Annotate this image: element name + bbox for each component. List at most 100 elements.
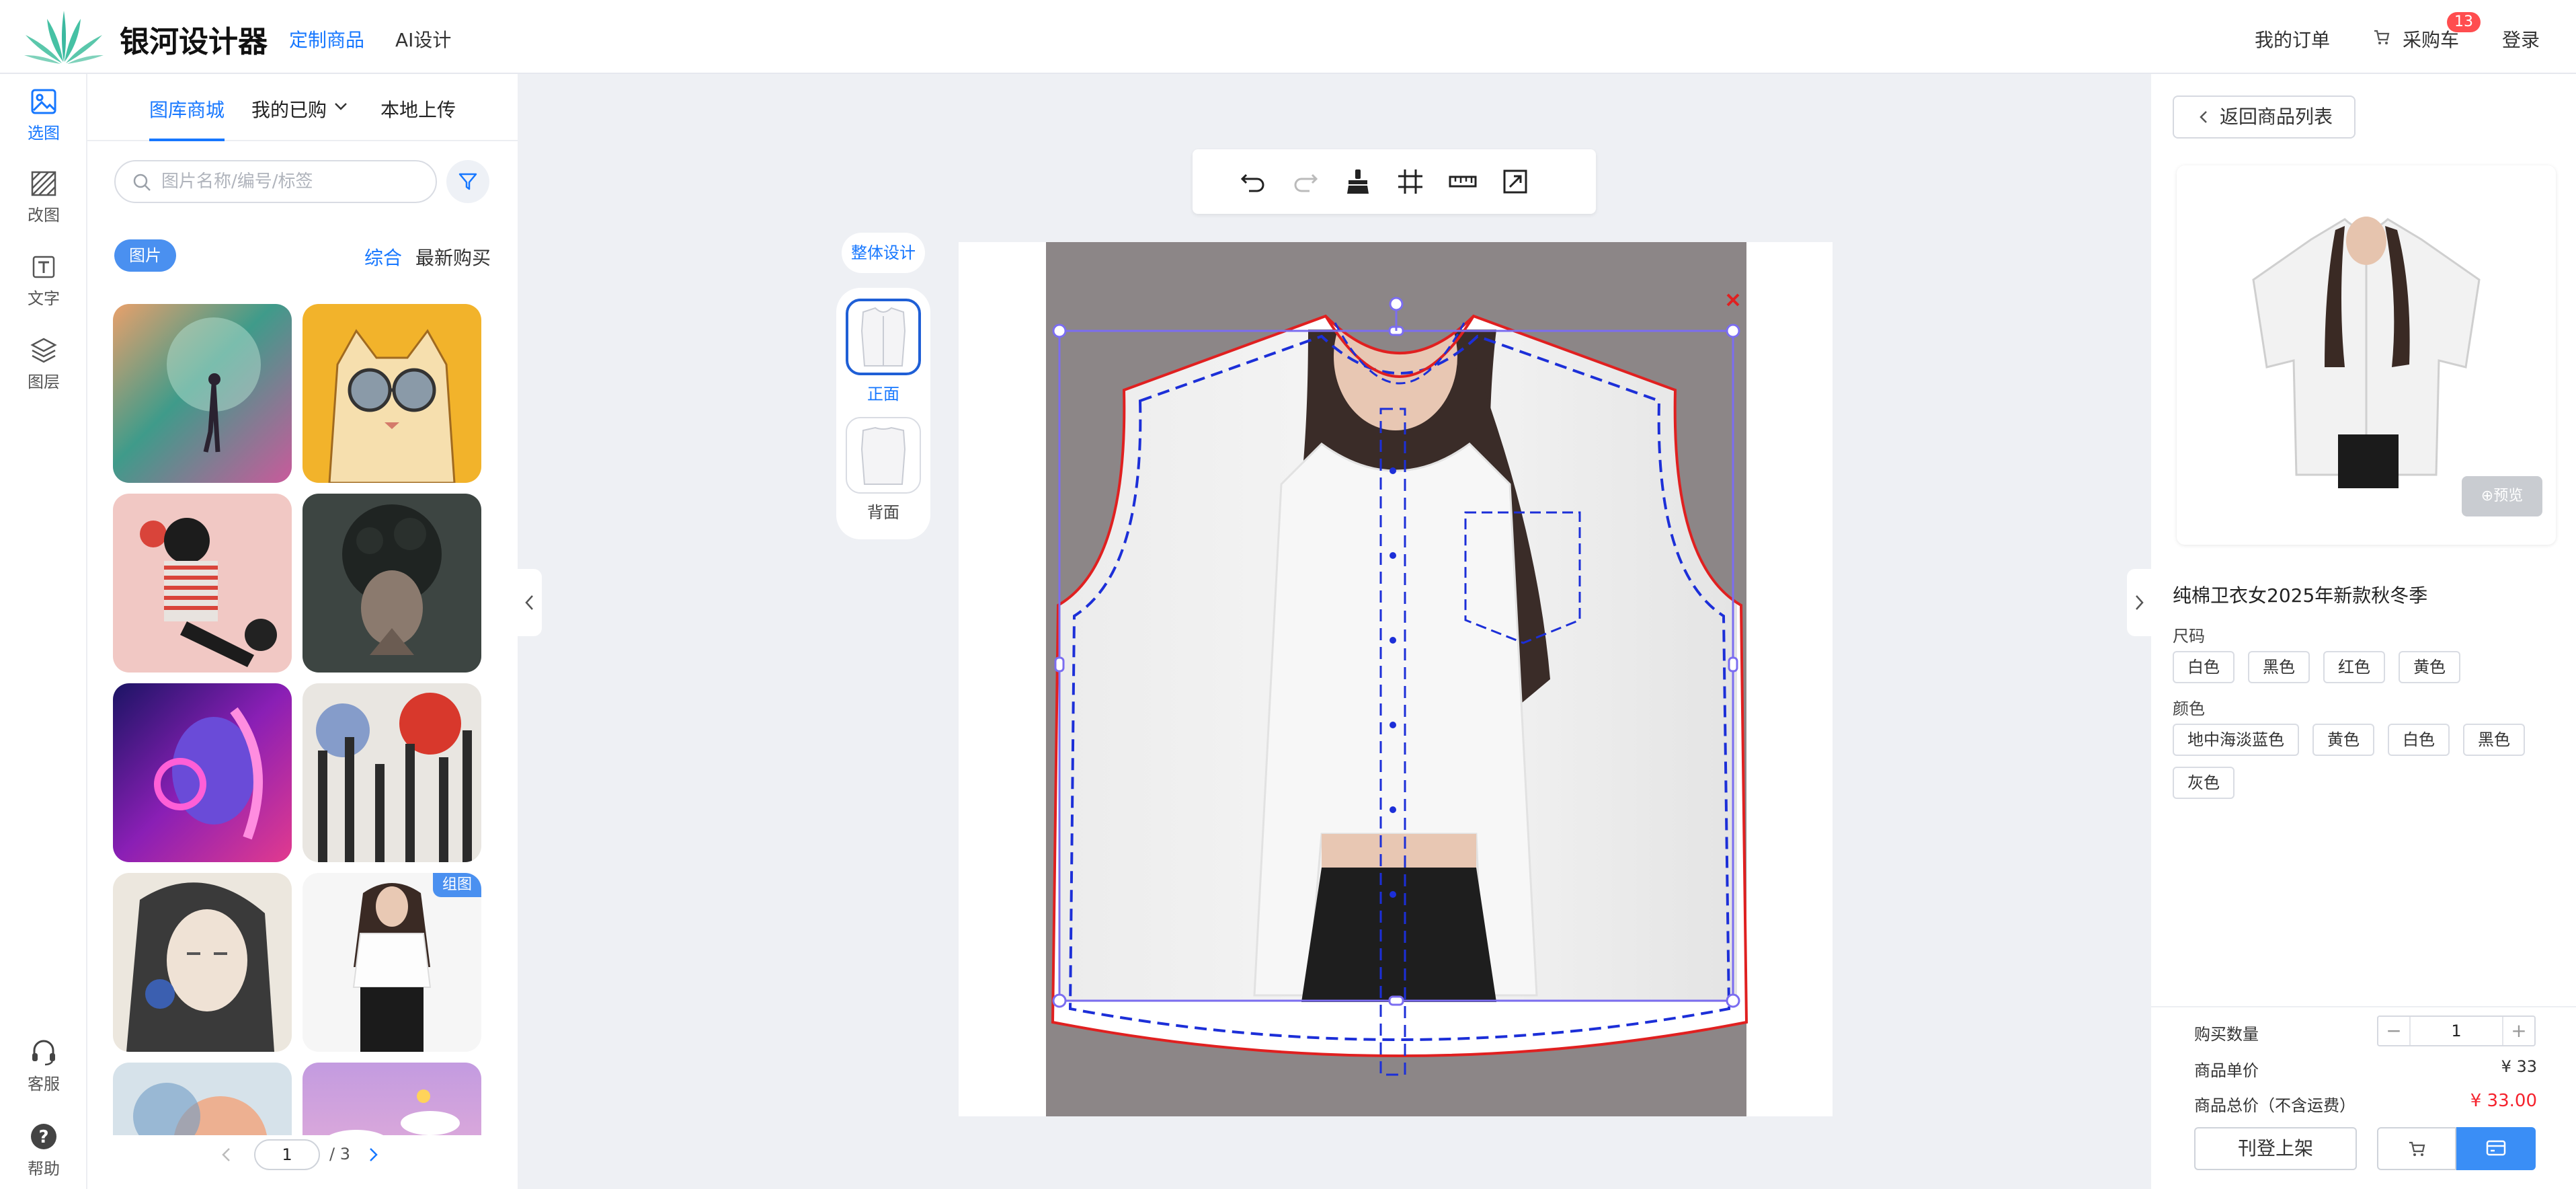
redo-icon[interactable] bbox=[1289, 165, 1322, 198]
total-price: ¥ 33.00 bbox=[2470, 1091, 2537, 1111]
thumbnail-item[interactable] bbox=[113, 494, 292, 673]
sort-overall[interactable]: 综合 bbox=[364, 243, 402, 270]
sort-latest-purchase[interactable]: 最新购买 bbox=[415, 243, 491, 270]
page-total: / 3 bbox=[329, 1145, 350, 1163]
rail-label: 文字 bbox=[28, 289, 60, 308]
rail-select-image[interactable]: 选图 bbox=[0, 87, 87, 143]
rail-help[interactable]: ? 帮助 bbox=[0, 1122, 87, 1179]
filter-button[interactable] bbox=[446, 160, 489, 203]
headset-icon bbox=[32, 1040, 55, 1066]
category-chip-image[interactable]: 图片 bbox=[114, 239, 176, 272]
image-icon bbox=[31, 89, 56, 114]
size-option[interactable]: 白色 bbox=[2173, 651, 2235, 683]
cart-icon[interactable] bbox=[2373, 28, 2390, 46]
nav-ai-design[interactable]: AI设计 bbox=[395, 26, 451, 52]
color-label: 颜色 bbox=[2173, 699, 2205, 718]
chevron-right-icon[interactable] bbox=[366, 1146, 380, 1163]
view-back[interactable]: 背面 bbox=[844, 417, 922, 523]
chevron-left-icon[interactable] bbox=[219, 1146, 234, 1163]
layers-icon bbox=[30, 338, 57, 363]
rail-customer-service[interactable]: 客服 bbox=[0, 1037, 87, 1094]
group-image-tag: 组图 bbox=[432, 873, 481, 897]
zoom-in-icon: ⊕ bbox=[2481, 488, 2494, 504]
rail-edit-image[interactable]: 改图 bbox=[0, 169, 87, 225]
image-library-panel: 图库商城 我的已购 本地上传 图片 综合 最新购买 bbox=[87, 74, 518, 1189]
publish-listing-button[interactable]: 刊登上架 bbox=[2194, 1127, 2357, 1170]
color-option[interactable]: 黑色 bbox=[2463, 724, 2525, 756]
pagination: 1 / 3 bbox=[87, 1139, 518, 1189]
thumbnail-item[interactable] bbox=[113, 304, 292, 483]
size-option[interactable]: 黄色 bbox=[2399, 651, 2460, 683]
purchase-box: 购买数量 − 1 + 商品单价 ¥ 33 商品总价（不含运费） ¥ 33.00 … bbox=[2151, 1006, 2576, 1189]
chevron-down-icon[interactable] bbox=[333, 101, 348, 112]
rail-layers[interactable]: 图层 bbox=[0, 336, 87, 392]
color-option[interactable]: 地中海淡蓝色 bbox=[2173, 724, 2299, 756]
size-option[interactable]: 黑色 bbox=[2248, 651, 2310, 683]
front-view-thumbnail bbox=[846, 299, 921, 375]
help-icon: ? bbox=[31, 1124, 56, 1149]
thumbnail-item[interactable] bbox=[113, 683, 292, 862]
thumbnail-item[interactable] bbox=[113, 873, 292, 1052]
logo-icon bbox=[24, 11, 104, 64]
collapse-right-panel-button[interactable] bbox=[2127, 569, 2151, 636]
rail-label: 选图 bbox=[28, 124, 60, 143]
text-icon bbox=[32, 256, 55, 278]
artwork-red-forest bbox=[303, 683, 481, 862]
credit-card-icon bbox=[2486, 1140, 2506, 1156]
canvas-artwork bbox=[1046, 242, 1748, 1116]
back-view-thumbnail bbox=[846, 417, 921, 494]
tab-local-upload[interactable]: 本地上传 bbox=[380, 95, 456, 122]
buy-now-button[interactable] bbox=[2456, 1127, 2536, 1170]
thumbnail-item[interactable] bbox=[303, 1063, 481, 1135]
ruler-icon[interactable] bbox=[1447, 165, 1479, 198]
quantity-value[interactable]: 1 bbox=[2409, 1017, 2503, 1045]
search-icon bbox=[133, 174, 151, 191]
back-to-product-list-button[interactable]: 返回商品列表 bbox=[2173, 95, 2356, 139]
artwork-ink-woman bbox=[113, 873, 292, 1052]
rail-label: 改图 bbox=[28, 206, 60, 225]
fullscreen-icon[interactable] bbox=[1499, 165, 1531, 198]
artwork-pop-girl bbox=[113, 494, 292, 673]
color-option[interactable]: 白色 bbox=[2388, 724, 2450, 756]
color-option[interactable]: 黄色 bbox=[2312, 724, 2374, 756]
thumbnail-item[interactable] bbox=[303, 304, 481, 483]
editor-toolbar bbox=[1193, 149, 1596, 214]
artwork-pink-clouds bbox=[303, 1063, 481, 1135]
whole-design-button[interactable]: 整体设计 bbox=[842, 233, 925, 273]
grid-icon[interactable] bbox=[1394, 165, 1426, 198]
my-orders-link[interactable]: 我的订单 bbox=[2255, 26, 2330, 52]
size-option[interactable]: 红色 bbox=[2323, 651, 2385, 683]
undo-icon[interactable] bbox=[1237, 165, 1269, 198]
library-tabs: 图库商城 我的已购 本地上传 bbox=[87, 74, 518, 141]
view-switcher: 正面 背面 bbox=[836, 288, 930, 539]
rail-label: 客服 bbox=[28, 1075, 60, 1094]
collapse-left-panel-button[interactable] bbox=[518, 569, 542, 636]
increase-quantity-button[interactable]: + bbox=[2503, 1017, 2534, 1045]
quantity-stepper: − 1 + bbox=[2377, 1015, 2536, 1046]
svg-text:?: ? bbox=[38, 1127, 48, 1147]
search-box bbox=[114, 160, 437, 203]
rail-text[interactable]: 文字 bbox=[0, 253, 87, 309]
brush-clear-icon[interactable] bbox=[1342, 165, 1374, 198]
page-number-input[interactable]: 1 bbox=[254, 1139, 320, 1170]
decrease-quantity-button[interactable]: − bbox=[2378, 1017, 2409, 1045]
placed-photo bbox=[1059, 316, 1737, 1002]
tab-my-purchased[interactable]: 我的已购 bbox=[251, 95, 327, 122]
thumbnail-item[interactable]: 组图 bbox=[303, 873, 481, 1052]
artwork-watercolor bbox=[113, 1063, 292, 1135]
thumbnail-item[interactable] bbox=[303, 494, 481, 673]
rail-label: 图层 bbox=[28, 373, 60, 391]
thumbnail-item[interactable] bbox=[113, 1063, 292, 1135]
add-to-cart-button[interactable] bbox=[2377, 1127, 2456, 1170]
tab-gallery-store[interactable]: 图库商城 bbox=[149, 95, 225, 122]
design-canvas[interactable] bbox=[959, 242, 1833, 1116]
cart-count-badge: 13 bbox=[2447, 12, 2481, 32]
thumbnail-item[interactable] bbox=[303, 683, 481, 862]
login-link[interactable]: 登录 bbox=[2502, 26, 2540, 52]
view-front[interactable]: 正面 bbox=[844, 299, 922, 404]
product-image: ⊕预览 bbox=[2177, 165, 2556, 545]
preview-button[interactable]: ⊕预览 bbox=[2462, 476, 2542, 516]
nav-custom-products[interactable]: 定制商品 bbox=[289, 26, 364, 52]
search-input[interactable] bbox=[161, 161, 424, 202]
color-option[interactable]: 灰色 bbox=[2173, 767, 2235, 799]
